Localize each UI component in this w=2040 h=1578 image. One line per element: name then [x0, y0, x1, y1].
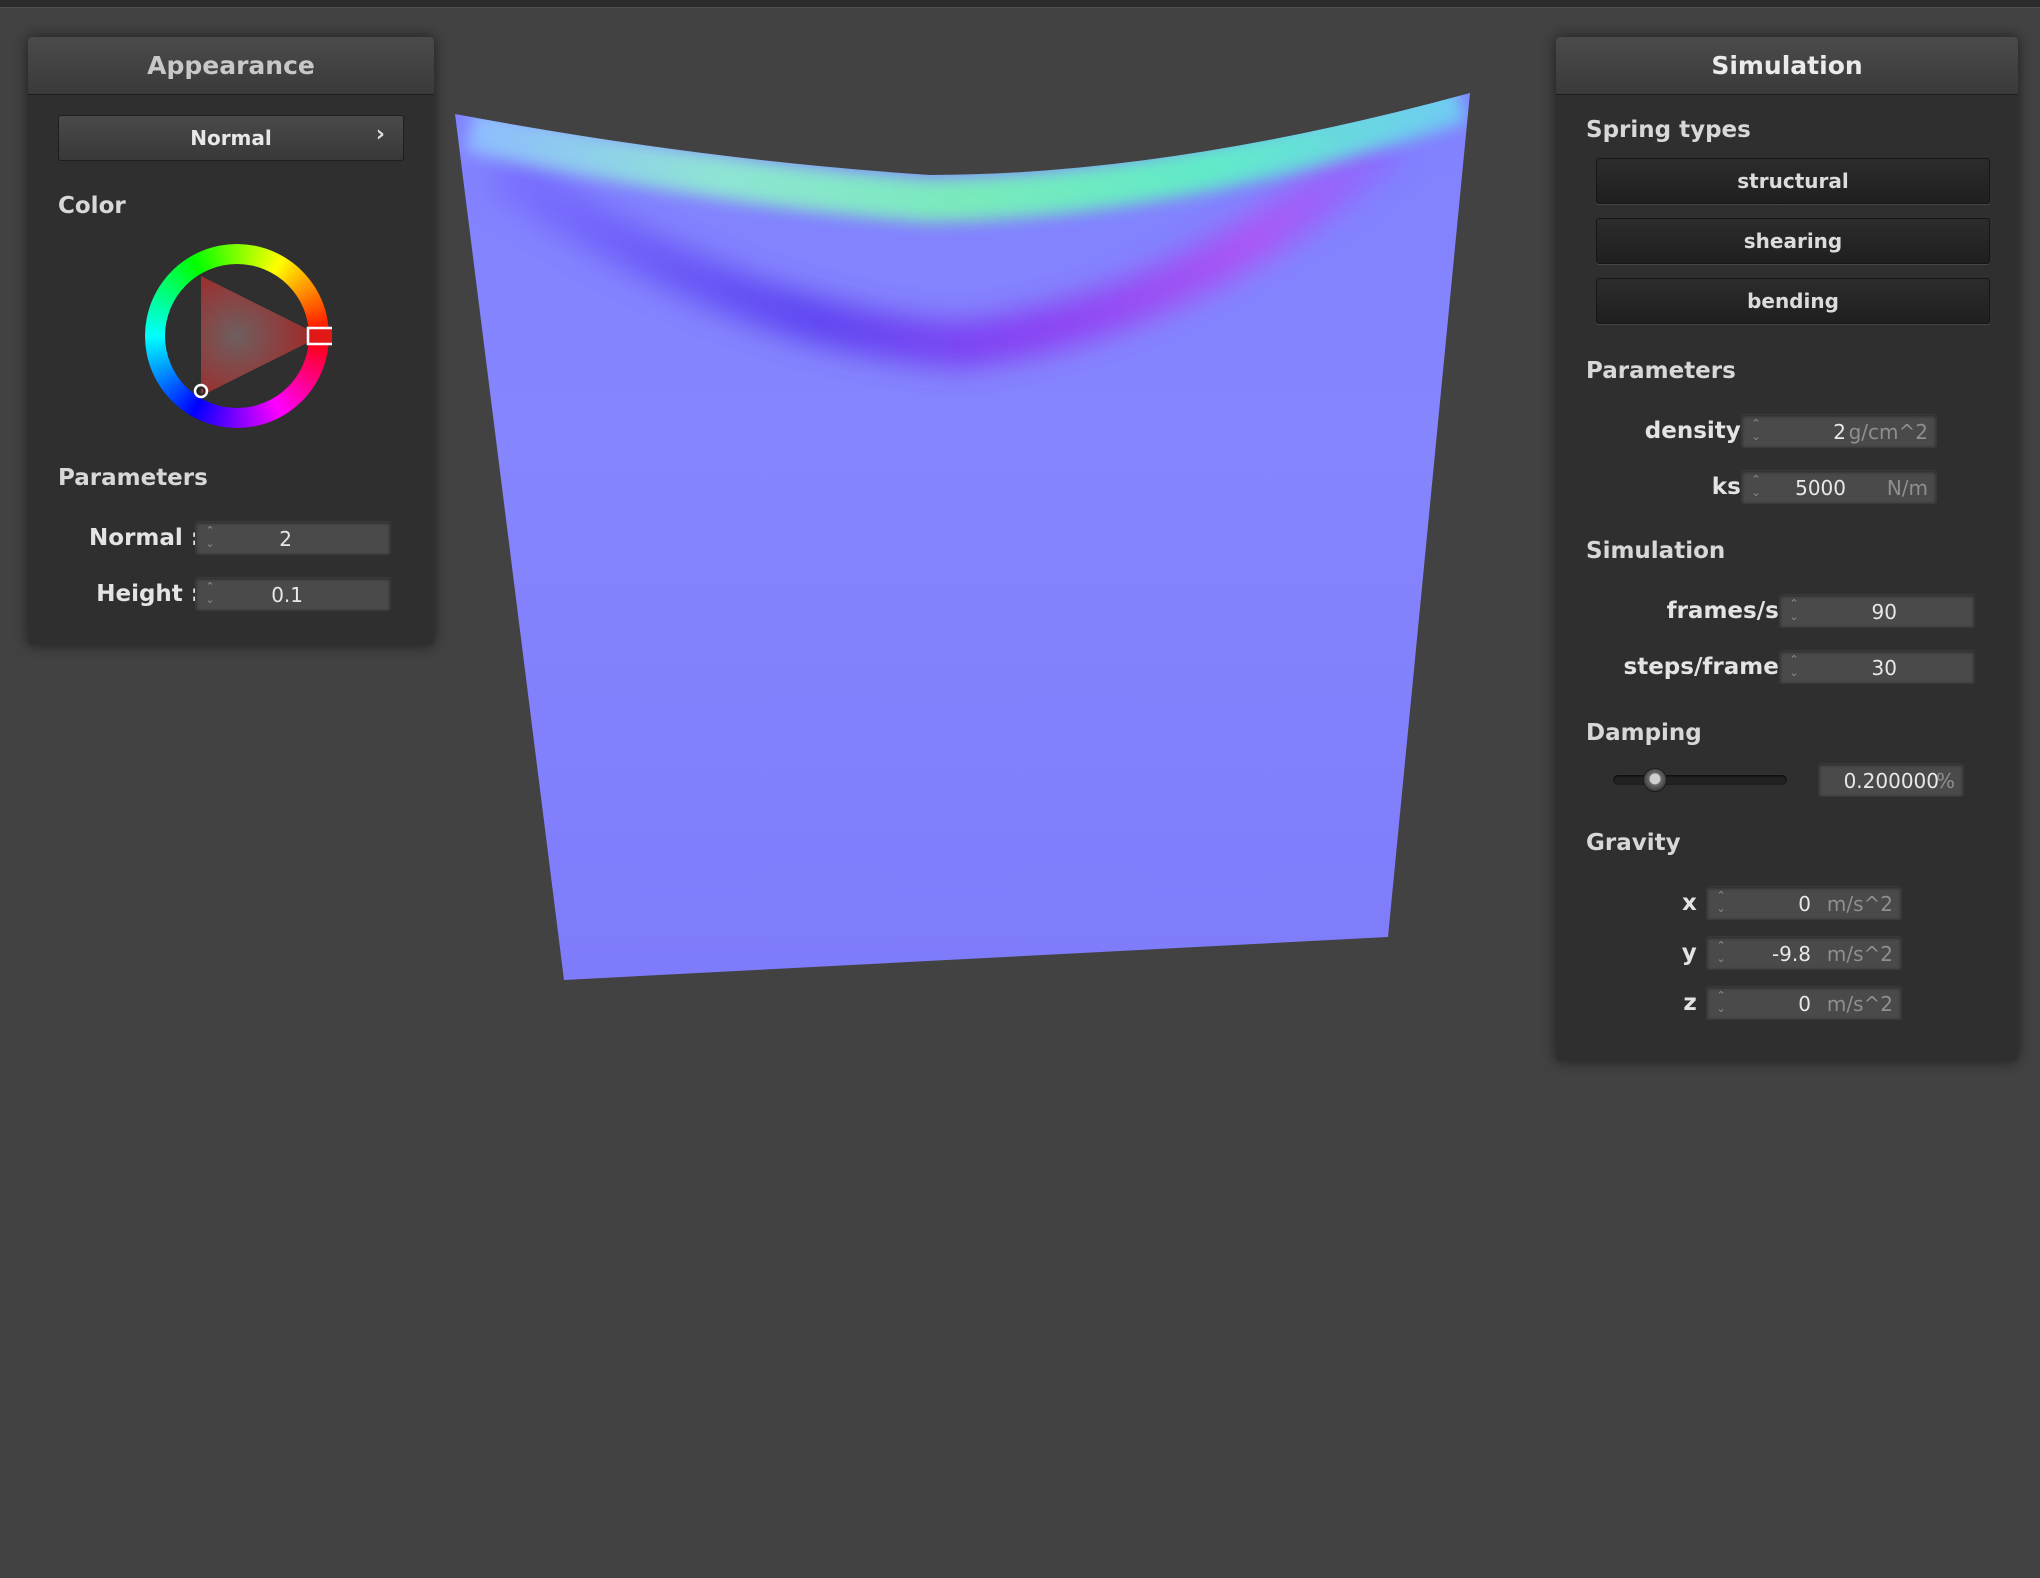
simulation-parameters-label: Parameters: [1586, 358, 1736, 384]
gravity-z-unit: m/s^2: [1826, 992, 1893, 1016]
normal-label: Normal :: [89, 525, 200, 551]
density-input[interactable]: ⌃ ⌄ 2 g/cm^2: [1741, 414, 1937, 448]
normal-input[interactable]: ⌃ ⌄ 2: [195, 521, 391, 555]
gravity-z-label: z :: [1683, 990, 1714, 1016]
simulation-section-label: Simulation: [1586, 538, 1726, 564]
gravity-x-input[interactable]: ⌃ ⌄ 0 m/s^2: [1706, 886, 1902, 920]
height-input[interactable]: ⌃ ⌄ 0.1: [195, 577, 391, 611]
stepper-icon[interactable]: ⌃ ⌄: [1750, 417, 1762, 447]
density-value: 2: [1833, 420, 1846, 444]
frames-per-second-value: 90: [1871, 600, 1897, 624]
height-label: Height :: [96, 581, 200, 607]
damping-slider-track[interactable]: [1613, 775, 1787, 785]
ks-unit: N/m: [1886, 476, 1928, 500]
frames-per-second-input[interactable]: ⌃ ⌄ 90: [1779, 594, 1975, 628]
damping-unit: %: [1935, 769, 1955, 793]
spring-types-label: Spring types: [1586, 117, 1751, 143]
steps-per-frame-label: steps/frame :: [1623, 654, 1796, 680]
shader-dropdown[interactable]: Normal ›: [58, 115, 404, 161]
simulation-title[interactable]: Simulation: [1556, 37, 2018, 95]
appearance-panel: Appearance Normal › Color Parameters Nor…: [28, 37, 434, 645]
color-label: Color: [58, 193, 126, 219]
damping-input[interactable]: 0.200000 %: [1818, 763, 1964, 797]
gravity-x-value: 0: [1798, 892, 1811, 916]
gravity-x-label: x :: [1681, 890, 1714, 916]
frames-per-second-label: frames/s :: [1666, 598, 1796, 624]
stepper-icon[interactable]: ⌃ ⌄: [1788, 597, 1800, 627]
gravity-y-unit: m/s^2: [1826, 942, 1893, 966]
stepper-icon[interactable]: ⌃ ⌄: [1788, 653, 1800, 683]
shearing-button[interactable]: shearing: [1596, 218, 1990, 264]
ks-input[interactable]: ⌃ ⌄ 5000 N/m: [1741, 470, 1937, 504]
appearance-parameters-label: Parameters: [58, 465, 208, 491]
hue-marker: [306, 326, 332, 346]
simulation-panel: Simulation Spring types structural shear…: [1556, 37, 2018, 1061]
stepper-icon[interactable]: ⌃ ⌄: [1750, 473, 1762, 503]
height-value: 0.1: [271, 583, 303, 607]
gravity-y-label: y :: [1681, 940, 1714, 966]
color-wheel-icon[interactable]: [142, 241, 332, 431]
density-label: density :: [1644, 418, 1758, 444]
gravity-y-input[interactable]: ⌃ ⌄ -9.8 m/s^2: [1706, 936, 1902, 970]
structural-button[interactable]: structural: [1596, 158, 1990, 204]
appearance-title[interactable]: Appearance: [28, 37, 434, 95]
damping-label: Damping: [1586, 720, 1702, 746]
density-unit: g/cm^2: [1848, 420, 1928, 444]
stepper-icon[interactable]: ⌃ ⌄: [204, 524, 216, 554]
gravity-z-value: 0: [1798, 992, 1811, 1016]
stepper-icon[interactable]: ⌃ ⌄: [1715, 989, 1727, 1019]
bending-button[interactable]: bending: [1596, 278, 1990, 324]
ks-label: ks :: [1711, 474, 1758, 500]
damping-slider-handle[interactable]: [1643, 768, 1667, 792]
gravity-y-value: -9.8: [1771, 942, 1811, 966]
gravity-label: Gravity: [1586, 830, 1681, 856]
steps-per-frame-value: 30: [1871, 656, 1897, 680]
ks-value: 5000: [1795, 476, 1846, 500]
stepper-icon[interactable]: ⌃ ⌄: [204, 580, 216, 610]
gravity-z-input[interactable]: ⌃ ⌄ 0 m/s^2: [1706, 986, 1902, 1020]
steps-per-frame-input[interactable]: ⌃ ⌄ 30: [1779, 650, 1975, 684]
chevron-right-icon: ›: [375, 122, 385, 147]
stepper-icon[interactable]: ⌃ ⌄: [1715, 939, 1727, 969]
damping-value: 0.200000: [1843, 769, 1939, 793]
stepper-icon[interactable]: ⌃ ⌄: [1715, 889, 1727, 919]
shader-dropdown-label: Normal: [190, 126, 272, 150]
gravity-x-unit: m/s^2: [1826, 892, 1893, 916]
normal-value: 2: [279, 527, 292, 551]
